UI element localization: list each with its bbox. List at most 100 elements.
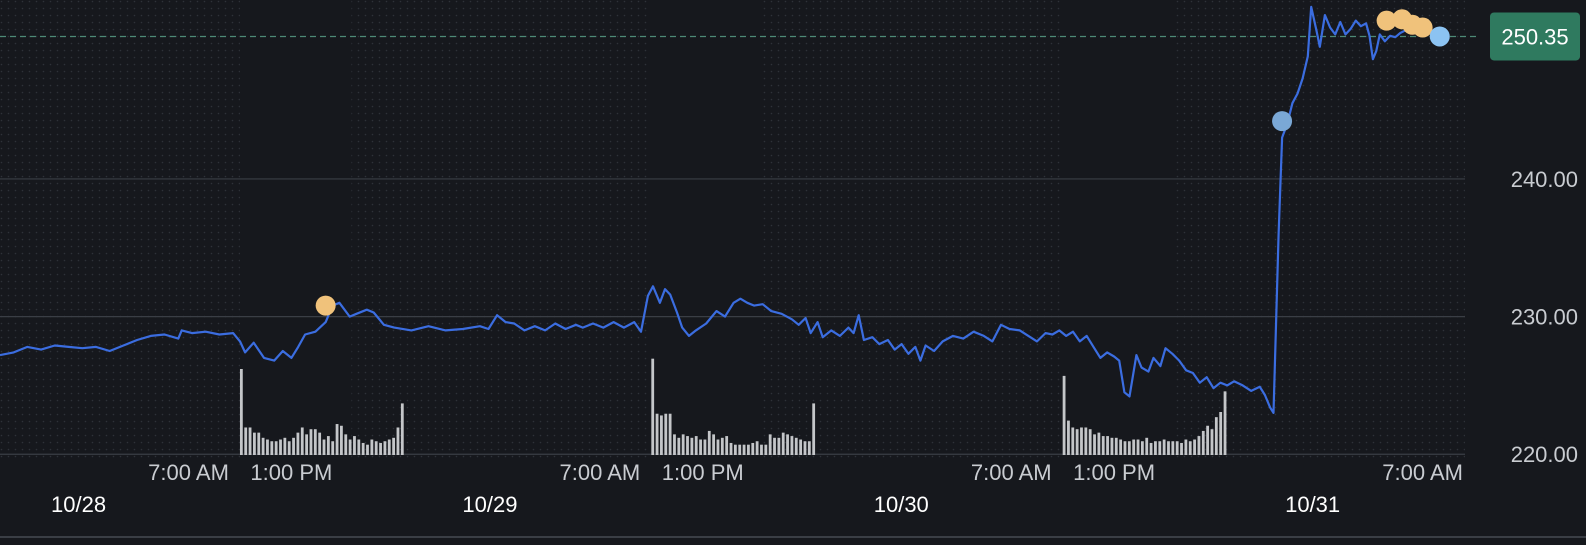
x-date-label: 10/30 [874,492,929,517]
current-price-label: 250.35 [1501,24,1568,49]
volume-bar [379,442,382,455]
volume-bar [812,403,816,455]
extended-hours-region [1174,0,1465,458]
volume-bar [1088,429,1092,455]
volume-bar [344,434,348,455]
volume-bar [292,437,295,455]
volume-bar [1140,441,1144,455]
volume-bar [1132,439,1136,455]
volume-bar [703,439,707,455]
volume-bar [387,439,391,455]
volume-bar [392,437,396,455]
volume-bar [1180,442,1183,455]
volume-bar [660,415,663,455]
volume-bar [764,444,768,455]
x-date-label: 10/28 [51,492,106,517]
volume-bar [309,429,313,455]
x-time-label: 7:00 AM [560,460,641,485]
volume-bar [725,436,729,455]
volume-bar [755,441,759,455]
x-axis: 7:00 AM 1:00 PM 7:00 AM 1:00 PM 7:00 AM 1:00 … [51,460,1463,517]
event-marker[interactable] [1429,26,1450,47]
volume-bar [270,441,274,455]
volume-bar [794,437,798,455]
volume-bar [1067,420,1070,455]
volume-bar [274,441,278,455]
volume-bar [1127,441,1131,455]
volume-bar [244,427,248,455]
volume-bar [287,441,291,455]
volume-bar [300,427,304,455]
volume-bar [729,442,733,455]
volume-bar [1136,439,1140,455]
y-tick-label: 220.00 [1511,442,1578,467]
volume-bar [305,434,309,455]
volume-bar [1119,439,1123,455]
event-marker[interactable] [315,295,336,316]
volume-bar [1197,436,1201,455]
volume-bar [248,427,252,455]
volume-bar [283,437,287,455]
volume-bar [673,434,676,455]
volume-bar [1188,441,1192,455]
volume-bar [1093,434,1096,455]
volume-bar [803,441,807,455]
volume-bar [361,442,365,455]
volume-bar [326,436,330,455]
volume-bar [655,413,659,455]
volume-bar [331,441,335,455]
volume-bar [318,432,322,455]
volume-bar [773,437,776,455]
volume-bar [1201,430,1205,455]
volume-bar [1106,436,1109,455]
volume-bar [1167,441,1170,455]
volume-bar [1114,437,1118,455]
volume-bar [1084,427,1088,455]
volume-bar [266,439,269,455]
volume-bar [366,444,369,455]
volume-bar [1097,432,1101,455]
volume-bar [357,439,361,455]
volume-bar [374,441,378,455]
volume-bar [1071,427,1075,455]
x-time-label: 1:00 PM [1073,460,1155,485]
volume-bar [348,439,352,455]
volume-bar [1101,436,1105,455]
volume-bar [353,436,356,455]
volume-bar [760,444,763,455]
volume-bar [1145,437,1149,455]
x-time-label: 7:00 AM [1382,460,1463,485]
volume-bar [777,437,781,455]
volume-bar [279,439,282,455]
volume-bar [664,413,668,455]
volume-bar [1162,439,1166,455]
volume-bar [799,439,803,455]
volume-bar [1175,441,1179,455]
volume-bar [1110,437,1114,455]
event-marker[interactable] [1412,17,1433,38]
volume-bar [747,444,750,455]
volume-bar [1062,375,1066,455]
x-date-label: 10/31 [1285,492,1340,517]
volume-bar [261,437,265,455]
volume-bar [1075,429,1079,455]
y-axis: 220.00 230.00 240.00 [1511,167,1578,467]
current-price-group: 250.35 [1490,12,1580,61]
volume-bar [400,403,404,455]
event-marker[interactable] [1272,111,1293,132]
stock-price-chart[interactable]: 220.00 230.00 240.00 7:00 AM 1:00 PM 7:00 AM… [0,0,1586,540]
volume-bar [751,442,755,455]
volume-bar [1080,427,1083,455]
price-chart-svg[interactable]: 220.00 230.00 240.00 7:00 AM 1:00 PM 7:00 AM… [0,0,1586,540]
volume-bar [1154,441,1157,455]
volume-bar [1206,425,1210,455]
y-tick-label: 230.00 [1511,305,1578,330]
volume-bar [720,437,724,455]
x-time-label: 7:00 AM [971,460,1052,485]
volume-bar [1123,441,1127,455]
volume-bar [370,439,374,455]
y-tick-label: 240.00 [1511,167,1578,192]
volume-bar [383,441,387,455]
volume-bar [257,432,261,455]
volume-bar [686,436,689,455]
